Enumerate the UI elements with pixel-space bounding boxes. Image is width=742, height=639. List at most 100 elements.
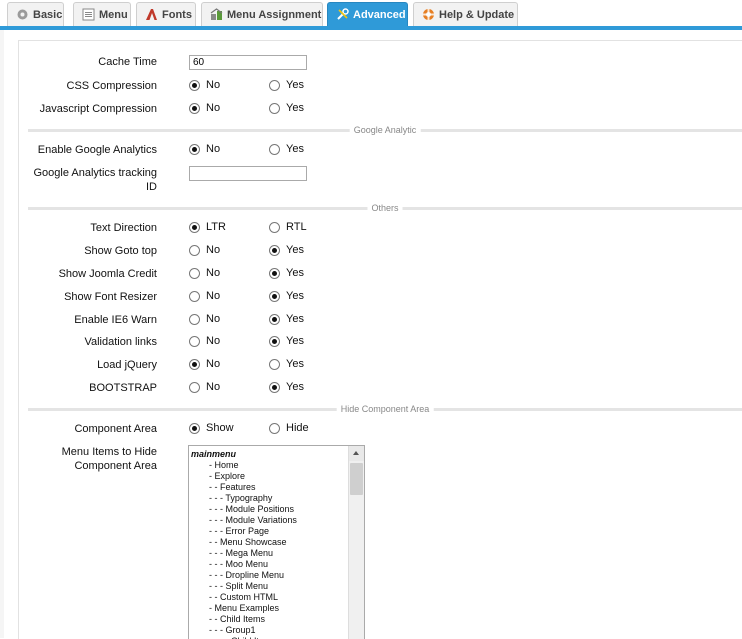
scroll-up-icon[interactable]: [349, 446, 364, 461]
validation-links-yes-radio[interactable]: [269, 336, 280, 347]
listbox-option[interactable]: - - Menu Showcase: [191, 537, 346, 548]
radio-label: Show: [206, 422, 234, 434]
cache-time-label: Cache Time: [98, 56, 157, 68]
text-direction-rtl-radio[interactable]: [269, 222, 280, 233]
text-direction-ltr-radio[interactable]: [189, 222, 200, 233]
tab-menu-assignment[interactable]: Menu Assignment: [201, 2, 323, 26]
radio-label: No: [206, 381, 221, 393]
radio-label: No: [206, 102, 221, 114]
enable-ie6-warn-no-radio[interactable]: [189, 314, 200, 325]
cache-time-input[interactable]: [189, 55, 307, 70]
load-jquery-yes-radio[interactable]: [269, 359, 280, 370]
component-area-label: Component Area: [74, 423, 157, 435]
radio-label: No: [206, 313, 221, 325]
radio-label: Yes: [286, 244, 304, 256]
bootstrap-no-radio[interactable]: [189, 382, 200, 393]
tab-label: Menu Assignment: [227, 8, 322, 21]
radio-label: Hide: [286, 422, 309, 434]
show-goto-top-label: Show Goto top: [84, 245, 157, 257]
tab-underline: [0, 26, 742, 30]
listbox-option[interactable]: - - - Split Menu: [191, 581, 346, 592]
radio-label: Yes: [286, 290, 304, 302]
show-font-resizer-no-radio[interactable]: [189, 291, 200, 302]
show-goto-top-yes-radio[interactable]: [269, 245, 280, 256]
show-goto-top-no-radio[interactable]: [189, 245, 200, 256]
radio-label: Yes: [286, 143, 304, 155]
listbox-option[interactable]: - - - Typography: [191, 493, 346, 504]
lifebuoy-icon: [422, 8, 435, 21]
tools-icon: [336, 8, 349, 21]
listbox-option[interactable]: - Explore: [191, 471, 346, 482]
js-compression-yes-radio[interactable]: [269, 103, 280, 114]
listbox-option[interactable]: - - - Error Page: [191, 526, 346, 537]
scroll-thumb[interactable]: [350, 463, 363, 495]
radio-label: No: [206, 335, 221, 347]
js-compression-no-radio[interactable]: [189, 103, 200, 114]
radio-label: No: [206, 267, 221, 279]
radio-label: No: [206, 79, 221, 91]
bootstrap-yes-radio[interactable]: [269, 382, 280, 393]
tab-menu[interactable]: Menu: [73, 2, 131, 26]
css-compression-yes-radio[interactable]: [269, 80, 280, 91]
radio-label: Yes: [286, 381, 304, 393]
css-compression-no-radio[interactable]: [189, 80, 200, 91]
validation-links-label: Validation links: [84, 336, 157, 348]
enable-ga-no-radio[interactable]: [189, 144, 200, 155]
show-joomla-credit-no-radio[interactable]: [189, 268, 200, 279]
listbox-option[interactable]: - Home: [191, 460, 346, 471]
radio-label: No: [206, 358, 221, 370]
menu-assignment-icon: [210, 8, 223, 21]
radio-label: No: [206, 143, 221, 155]
js-compression-label: Javascript Compression: [39, 103, 157, 115]
show-font-resizer-yes-radio[interactable]: [269, 291, 280, 302]
radio-label: LTR: [206, 221, 226, 233]
validation-links-no-radio[interactable]: [189, 336, 200, 347]
component-area-hide-radio[interactable]: [269, 423, 280, 434]
ga-tracking-id-label: Google Analytics tracking ID: [33, 167, 157, 193]
gear-icon: [16, 8, 29, 21]
tab-label: Basic: [33, 8, 63, 21]
tab-label: Advanced: [353, 8, 406, 21]
tab-basic[interactable]: Basic: [7, 2, 64, 26]
tab-label: Menu: [99, 8, 128, 21]
listbox-option[interactable]: - - Features: [191, 482, 346, 493]
component-area-show-radio[interactable]: [189, 423, 200, 434]
show-joomla-credit-yes-radio[interactable]: [269, 268, 280, 279]
listbox-option[interactable]: - Menu Examples: [191, 603, 346, 614]
radio-label: No: [206, 290, 221, 302]
listbox-option[interactable]: - - Child Items: [191, 614, 346, 625]
menu-icon: [82, 8, 95, 21]
listbox-scrollbar[interactable]: [348, 446, 364, 639]
text-direction-label: Text Direction: [90, 222, 157, 234]
listbox-option[interactable]: - - - Mega Menu: [191, 548, 346, 559]
listbox-option[interactable]: - - Custom HTML: [191, 592, 346, 603]
show-font-resizer-label: Show Font Resizer: [64, 291, 157, 303]
enable-ga-label: Enable Google Analytics: [37, 144, 157, 156]
tab-advanced[interactable]: Advanced: [327, 2, 408, 26]
listbox-option[interactable]: - - - Dropline Menu: [191, 570, 346, 581]
listbox-option[interactable]: - - - Module Positions: [191, 504, 346, 515]
listbox-options: mainmenu - Home - Explore - - Features - - -…: [191, 449, 346, 639]
tab-label: Fonts: [162, 8, 192, 21]
tab-help-update[interactable]: Help & Update: [413, 2, 518, 26]
enable-ie6-warn-label: Enable IE6 Warn: [74, 314, 157, 326]
listbox-option[interactable]: - - - Moo Menu: [191, 559, 346, 570]
css-compression-label: CSS Compression: [66, 80, 157, 92]
ga-tracking-id-input[interactable]: [189, 166, 307, 181]
radio-label: Yes: [286, 313, 304, 325]
load-jquery-no-radio[interactable]: [189, 359, 200, 370]
enable-ga-yes-radio[interactable]: [269, 144, 280, 155]
section-caption: Others: [367, 201, 403, 215]
bootstrap-label: BOOTSTRAP: [89, 382, 157, 394]
menu-items-listbox[interactable]: mainmenu - Home - Explore - - Features - - -…: [188, 445, 365, 639]
tab-fonts[interactable]: Fonts: [136, 2, 196, 26]
enable-ie6-warn-yes-radio[interactable]: [269, 314, 280, 325]
radio-label: Yes: [286, 267, 304, 279]
section-caption: Google Analytic: [349, 123, 421, 137]
listbox-option[interactable]: - - - Group1: [191, 625, 346, 636]
radio-label: Yes: [286, 358, 304, 370]
listbox-optgroup: mainmenu: [191, 449, 237, 459]
section-caption: Hide Component Area: [336, 402, 434, 416]
panel-left-edge: [0, 30, 4, 638]
listbox-option[interactable]: - - - Module Variations: [191, 515, 346, 526]
